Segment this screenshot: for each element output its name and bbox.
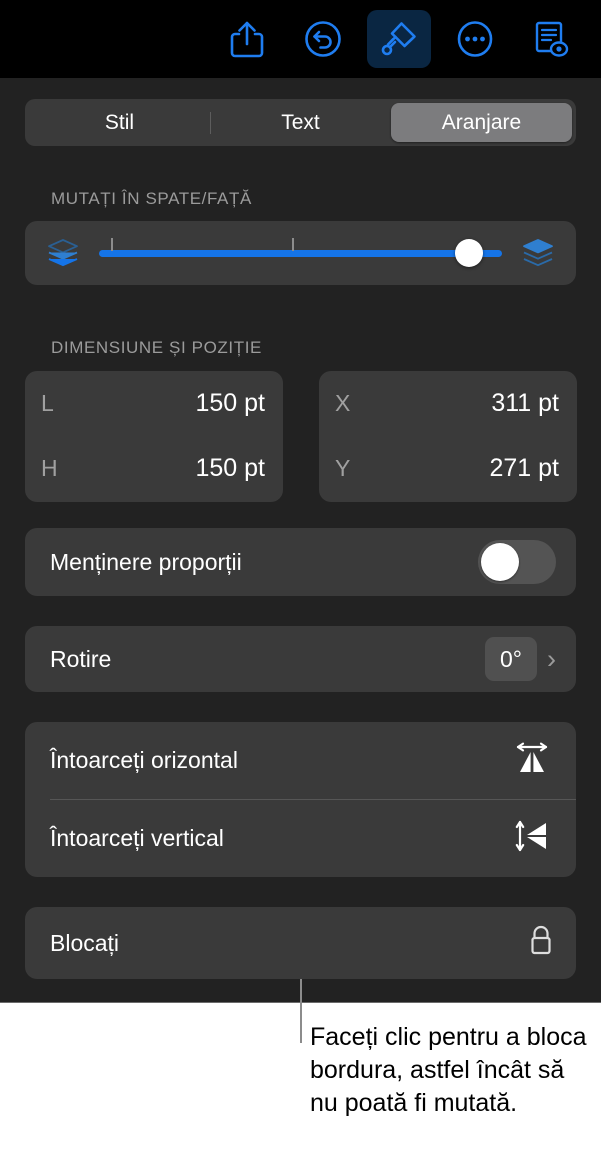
tab-aranjare-label: Aranjare xyxy=(441,110,522,134)
slider-tick xyxy=(111,238,114,251)
field-x[interactable]: X 311 pt xyxy=(319,371,577,436)
tab-text[interactable]: Text xyxy=(210,103,391,142)
callout-leader-line xyxy=(300,979,302,1043)
field-width-value: 150 pt xyxy=(195,389,265,417)
format-brush-button[interactable] xyxy=(367,10,431,68)
flip-horizontal-icon xyxy=(512,740,552,781)
screenshot-root: Stil Text Aranjare MUTAȚI ÎN SPATE/FAȚĂ xyxy=(0,0,601,1169)
toggle-knob xyxy=(481,543,519,581)
lock-icon[interactable] xyxy=(526,923,556,964)
flip-vertical-label: Întoarceți vertical xyxy=(50,825,224,851)
section-title-size-position: DIMENSIUNE ȘI POZIȚIE xyxy=(51,338,262,357)
constrain-proportions-label: Menținere proporții xyxy=(50,548,242,575)
size-card: L 150 pt H 150 pt xyxy=(25,371,283,502)
rotation-controls: 0° › xyxy=(485,637,556,681)
format-brush-icon xyxy=(379,19,419,59)
lock-row[interactable]: Blocați xyxy=(25,907,576,979)
constrain-proportions-toggle[interactable] xyxy=(478,540,556,584)
slider-thumb[interactable] xyxy=(455,239,484,267)
send-to-back-icon[interactable] xyxy=(41,238,85,268)
top-toolbar xyxy=(0,0,601,78)
back-front-slider[interactable] xyxy=(99,233,502,273)
more-options-icon xyxy=(456,20,494,58)
flip-horizontal-row[interactable]: Întoarceți orizontal xyxy=(25,722,576,799)
flip-vertical-icon xyxy=(512,818,552,859)
tab-aranjare[interactable]: Aranjare xyxy=(391,103,572,142)
field-y-value: 271 pt xyxy=(489,454,559,482)
flip-vertical-row[interactable]: Întoarceți vertical xyxy=(25,800,576,877)
field-height[interactable]: H 150 pt xyxy=(25,436,283,501)
field-x-value: 311 pt xyxy=(491,389,559,417)
share-icon xyxy=(230,20,264,58)
tab-separator xyxy=(210,112,211,134)
bring-to-front-icon[interactable] xyxy=(516,238,560,268)
field-y-label: Y xyxy=(335,455,351,481)
undo-button[interactable] xyxy=(291,10,355,68)
rotation-group: Rotire 0° › xyxy=(25,626,576,692)
tab-text-label: Text xyxy=(281,110,320,134)
chevron-right-icon[interactable]: › xyxy=(547,645,556,673)
back-front-slider-row xyxy=(25,221,576,285)
field-height-value: 150 pt xyxy=(195,454,265,482)
document-view-button[interactable] xyxy=(519,10,583,68)
lock-group: Blocați xyxy=(25,907,576,979)
field-y[interactable]: Y 271 pt xyxy=(319,436,577,501)
slider-rail xyxy=(99,249,502,257)
rotation-value[interactable]: 0° xyxy=(485,637,537,681)
flip-group: Întoarceți orizontal Întoarceți vertical xyxy=(25,722,576,877)
flip-horizontal-label: Întoarceți orizontal xyxy=(50,747,238,773)
undo-icon xyxy=(304,20,342,58)
position-card: X 311 pt Y 271 pt xyxy=(319,371,577,502)
format-panel: Stil Text Aranjare MUTAȚI ÎN SPATE/FAȚĂ xyxy=(0,0,601,1003)
tab-stil[interactable]: Stil xyxy=(29,103,210,142)
share-button[interactable] xyxy=(215,10,279,68)
rotation-label: Rotire xyxy=(50,645,112,672)
field-width[interactable]: L 150 pt xyxy=(25,371,283,436)
constrain-proportions-row[interactable]: Menținere proporții xyxy=(25,528,576,596)
callout-text: Faceți clic pentru a bloca bordura, astf… xyxy=(310,1023,587,1117)
tab-stil-label: Stil xyxy=(104,110,135,134)
more-options-button[interactable] xyxy=(443,10,507,68)
section-title-back-front: MUTAȚI ÎN SPATE/FAȚĂ xyxy=(51,189,252,208)
field-x-label: X xyxy=(335,390,351,416)
format-tabs: Stil Text Aranjare xyxy=(25,99,576,146)
slider-tick xyxy=(292,238,295,251)
field-height-label: H xyxy=(41,455,58,481)
document-view-icon xyxy=(533,19,569,59)
constrain-proportions-group: Menținere proporții xyxy=(25,528,576,596)
field-width-label: L xyxy=(41,390,54,416)
rotation-row[interactable]: Rotire 0° › xyxy=(25,626,576,692)
lock-label: Blocați xyxy=(50,929,120,956)
back-front-group xyxy=(25,221,576,285)
